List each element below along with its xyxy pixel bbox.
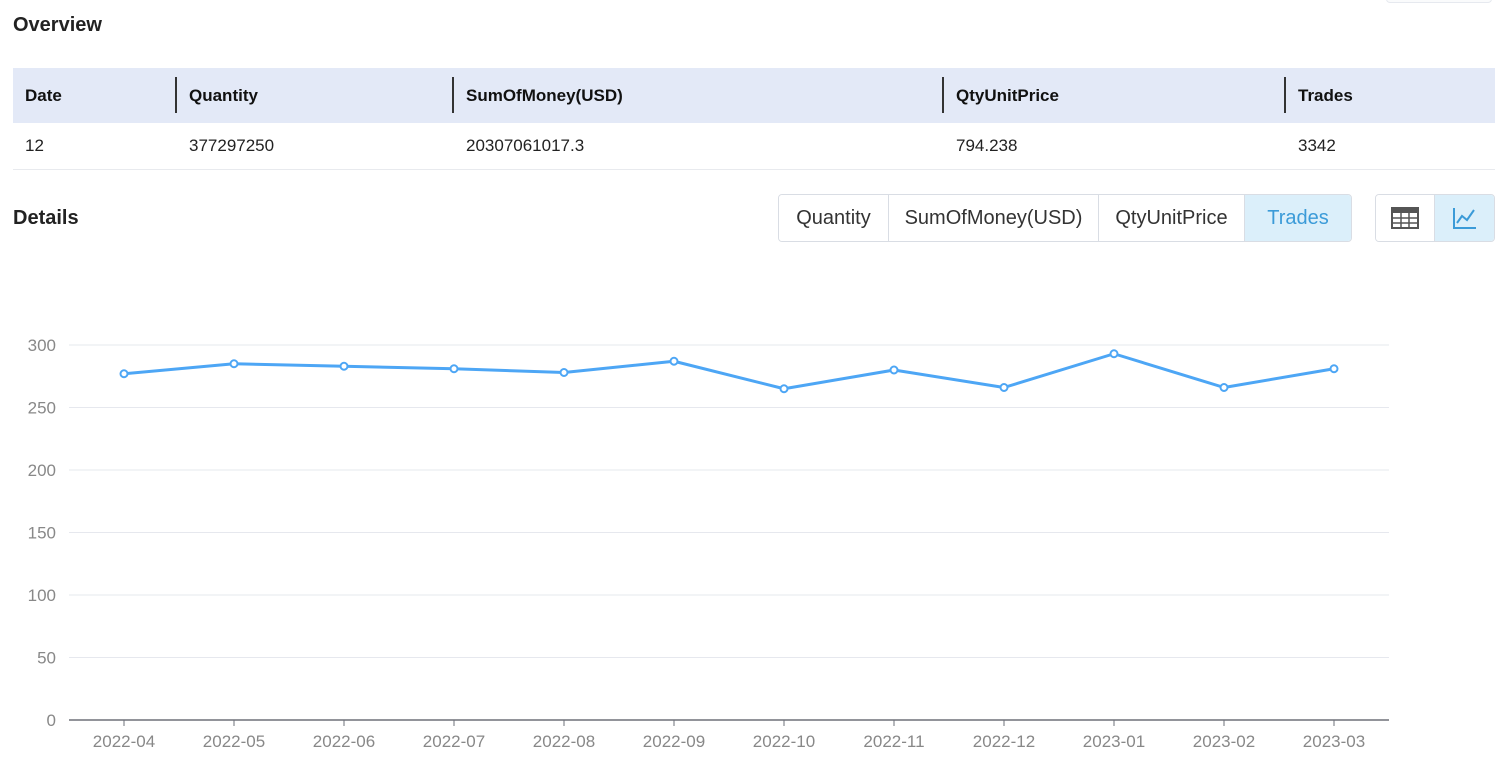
data-point bbox=[999, 383, 1009, 392]
y-tick-label: 150 bbox=[28, 524, 56, 543]
series-line bbox=[123, 352, 1335, 391]
data-point bbox=[229, 359, 239, 369]
x-tick-label: 2023-02 bbox=[1193, 732, 1255, 751]
x-tick-label: 2022-05 bbox=[203, 732, 265, 751]
y-tick-label: 250 bbox=[28, 399, 56, 418]
y-tick-label: 300 bbox=[28, 336, 56, 355]
y-tick-label: 0 bbox=[47, 711, 56, 730]
y-tick-label: 50 bbox=[37, 649, 56, 668]
y-tick-label: 200 bbox=[28, 461, 56, 480]
data-point bbox=[449, 364, 459, 374]
x-tick-label: 2023-01 bbox=[1083, 732, 1145, 751]
x-tick-label: 2022-04 bbox=[93, 732, 155, 751]
data-point bbox=[1329, 364, 1339, 374]
x-tick-label: 2022-07 bbox=[423, 732, 485, 751]
data-point bbox=[1109, 349, 1119, 359]
data-point bbox=[889, 365, 899, 375]
x-tick-label: 2022-10 bbox=[753, 732, 815, 751]
data-point bbox=[339, 361, 349, 371]
x-tick-label: 2022-12 bbox=[973, 732, 1035, 751]
data-point bbox=[779, 384, 789, 394]
y-tick-label: 100 bbox=[28, 586, 56, 605]
x-tick-label: 2022-11 bbox=[863, 732, 924, 751]
x-tick-label: 2023-03 bbox=[1303, 732, 1365, 751]
data-point bbox=[1219, 383, 1229, 392]
x-tick-label: 2022-08 bbox=[533, 732, 595, 751]
data-point bbox=[559, 368, 569, 377]
x-tick-label: 2022-09 bbox=[643, 732, 705, 751]
x-tick-label: 2022-06 bbox=[313, 732, 375, 751]
data-point bbox=[119, 369, 129, 379]
trades-line-chart: 0 50 100 150 200 250 300 2022-04 2022-05 2022-06 2… bbox=[28, 336, 1389, 751]
data-point bbox=[669, 356, 679, 366]
